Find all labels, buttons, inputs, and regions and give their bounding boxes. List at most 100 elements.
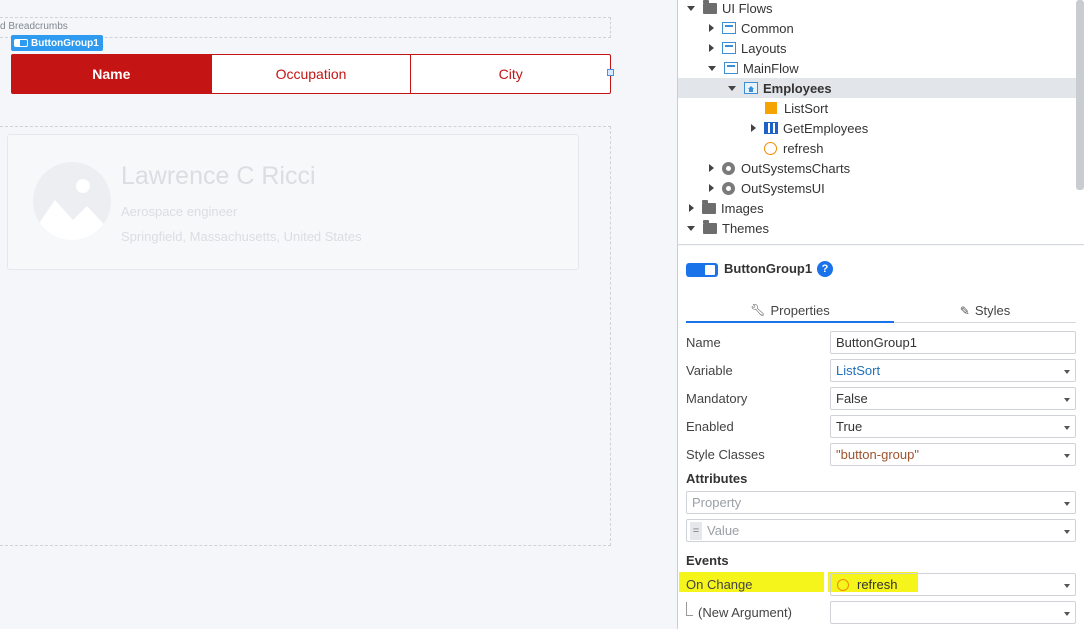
- tree-item-label: refresh: [783, 140, 824, 156]
- attribute-value-placeholder: Value: [707, 523, 740, 538]
- attribute-property-placeholder: Property: [692, 495, 742, 510]
- client-action-icon: [764, 141, 777, 155]
- tree-item-label: UI Flows: [722, 0, 773, 16]
- attribute-property-select[interactable]: Property: [686, 491, 1076, 514]
- style-classes-input[interactable]: "button-group": [830, 443, 1076, 466]
- equals-icon: =: [690, 521, 702, 540]
- tree-item-label: MainFlow: [743, 60, 799, 76]
- flow-icon: [724, 62, 738, 74]
- property-row-enabled: Enabled True: [686, 412, 1076, 440]
- expand-icon[interactable]: [689, 204, 694, 212]
- selected-widget-tag: ButtonGroup1: [11, 35, 103, 51]
- tree-item-label: Images: [721, 200, 764, 216]
- tree-item-label: OutSystemsUI: [741, 180, 825, 196]
- property-label: (New Argument): [698, 604, 792, 620]
- tree-item-outsystemsui[interactable]: OutSystemsUI: [678, 178, 1076, 198]
- tree-item-common[interactable]: Common: [678, 18, 1076, 38]
- property-row-style-classes: Style Classes "button-group": [686, 440, 1076, 468]
- button-city[interactable]: City: [410, 55, 610, 93]
- canvas: d Breadcrumbs ButtonGroup1 Name Occupati…: [0, 0, 678, 629]
- brush-icon: ✎: [959, 303, 970, 318]
- aggregate-icon: [764, 122, 778, 134]
- events-heading: Events: [686, 553, 729, 568]
- tree-item-mainflow[interactable]: MainFlow: [678, 58, 1076, 78]
- help-icon[interactable]: ?: [817, 261, 833, 277]
- button-group-icon: [686, 263, 718, 277]
- tree-item-label: Common: [741, 20, 794, 36]
- on-change-value: refresh: [857, 577, 898, 592]
- property-row-variable: Variable ListSort: [686, 356, 1076, 384]
- tree-item-outsystemscharts[interactable]: OutSystemsCharts: [678, 158, 1076, 178]
- name-input[interactable]: ButtonGroup1: [830, 331, 1076, 354]
- button-name[interactable]: Name: [12, 55, 211, 93]
- new-argument-select[interactable]: [830, 601, 1076, 624]
- mandatory-select[interactable]: False: [830, 387, 1076, 410]
- employee-name: Lawrence C Ricci: [121, 162, 316, 190]
- wrench-icon: 🔧︎: [750, 303, 766, 317]
- image-placeholder-icon: [33, 179, 111, 240]
- properties-title: ButtonGroup1: [724, 261, 813, 276]
- collapse-icon[interactable]: [728, 85, 736, 91]
- expand-icon[interactable]: [709, 24, 714, 32]
- property-label: Mandatory: [686, 390, 748, 406]
- tree-item-label: ListSort: [784, 100, 829, 116]
- tree-item-listsort[interactable]: ListSort: [678, 98, 1076, 118]
- button-occupation[interactable]: Occupation: [210, 55, 411, 93]
- property-row-on-change: On Change refresh: [686, 570, 1076, 598]
- on-change-select[interactable]: refresh: [830, 573, 1076, 596]
- properties-panel: ButtonGroup1 ? 🔧︎ Properties ✎ Styles Na…: [678, 246, 1084, 629]
- property-label: Enabled: [686, 418, 734, 434]
- folder-icon: [703, 0, 717, 14]
- property-label: Name: [686, 334, 721, 350]
- tab-styles-label: Styles: [974, 303, 1011, 318]
- property-row-name: Name ButtonGroup1: [686, 328, 1076, 356]
- attributes-heading: Attributes: [686, 471, 748, 486]
- tree-item-label: Layouts: [741, 40, 787, 56]
- property-label: Style Classes: [686, 446, 765, 462]
- collapse-icon[interactable]: [708, 65, 716, 71]
- button-group[interactable]: Name Occupation City: [11, 54, 611, 94]
- avatar: [33, 162, 111, 240]
- attribute-value-input[interactable]: = Value: [686, 519, 1076, 542]
- flow-icon: [722, 42, 736, 54]
- tree-item-label: OutSystemsCharts: [741, 160, 851, 176]
- folder-icon: [703, 220, 717, 234]
- tree-item-ui-flows[interactable]: UI Flows: [678, 0, 1076, 18]
- tree-item-employees[interactable]: Employees: [678, 78, 1076, 98]
- tree-item-label: Themes: [722, 220, 769, 236]
- folder-icon: [702, 200, 716, 214]
- collapse-icon[interactable]: [687, 5, 695, 11]
- property-label: Variable: [686, 362, 733, 378]
- button-group-icon: [14, 39, 28, 47]
- screen-icon: [744, 82, 758, 94]
- expand-icon[interactable]: [709, 44, 714, 52]
- tree-item-getemployees[interactable]: GetEmployees: [678, 118, 1076, 138]
- expand-icon[interactable]: [709, 164, 714, 172]
- property-label: On Change: [686, 576, 753, 592]
- tab-properties[interactable]: 🔧︎ Properties: [686, 299, 894, 323]
- client-action-icon: [837, 578, 849, 591]
- flow-icon: [722, 22, 736, 34]
- enabled-select[interactable]: True: [830, 415, 1076, 438]
- property-row-new-argument: (New Argument): [686, 598, 1076, 626]
- expand-icon[interactable]: [751, 124, 756, 132]
- expand-icon[interactable]: [709, 184, 714, 192]
- collapse-icon[interactable]: [687, 225, 695, 231]
- property-row-mandatory: Mandatory False: [686, 384, 1076, 412]
- module-icon: [722, 161, 735, 175]
- selected-widget-tag-label: ButtonGroup1: [31, 37, 99, 49]
- tree-item-themes[interactable]: Themes: [678, 218, 1076, 238]
- tree-item-images[interactable]: Images: [678, 198, 1076, 218]
- employee-occupation: Aerospace engineer: [121, 204, 238, 219]
- tree-item-layouts[interactable]: Layouts: [678, 38, 1076, 58]
- tree-scrollbar[interactable]: [1076, 0, 1084, 190]
- breadcrumbs-label: d Breadcrumbs: [0, 21, 68, 32]
- employee-card[interactable]: Lawrence C Ricci Aerospace engineer Spri…: [7, 134, 579, 270]
- module-icon: [722, 181, 735, 195]
- variable-select[interactable]: ListSort: [830, 359, 1076, 382]
- tab-styles[interactable]: ✎ Styles: [894, 299, 1076, 323]
- tree-item-refresh[interactable]: refresh: [678, 138, 1076, 158]
- employee-location: Springfield, Massachusetts, United State…: [121, 229, 362, 244]
- tree-item-label: Employees: [763, 80, 832, 96]
- resize-handle[interactable]: [607, 69, 614, 76]
